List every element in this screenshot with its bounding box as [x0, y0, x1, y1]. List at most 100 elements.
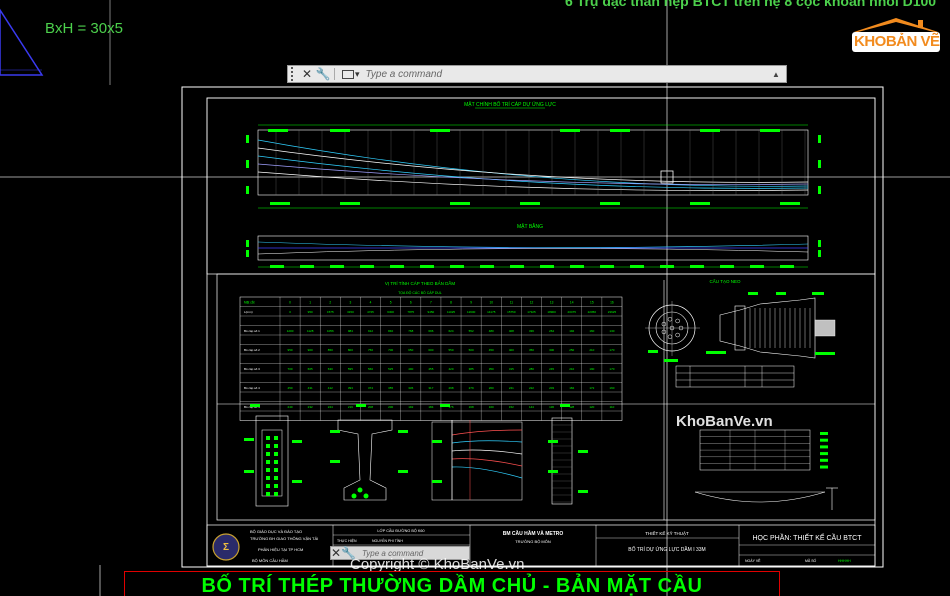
- table-cell: 550: [448, 348, 453, 352]
- rebar-mark: [266, 452, 270, 456]
- table-cell: 210: [589, 348, 594, 352]
- rebar-callout: [520, 202, 540, 205]
- table-cell: 984: [348, 329, 353, 333]
- table-cell: 260: [489, 386, 494, 390]
- table-cell: 184: [428, 405, 433, 409]
- beam-cross-sections: [244, 404, 588, 507]
- table-cell: 450: [288, 386, 293, 390]
- table-cell: 200: [388, 405, 393, 409]
- summary-tag: [820, 445, 828, 449]
- elevation-title: MẶT CHÍNH BỐ TRÍ CÁP DỰ ỨNG LỰC: [464, 101, 556, 108]
- lower-view-frame: [216, 273, 876, 521]
- plan-dimension-tag: [540, 265, 554, 268]
- table-cell: 315: [509, 367, 514, 371]
- rebar-mark: [274, 468, 278, 472]
- section-callout: [548, 470, 558, 473]
- rebar-callout: [560, 129, 580, 132]
- table-cell: L(mm): [244, 310, 253, 314]
- khobanve-logo: KHOBẢN VẼ: [850, 16, 942, 54]
- close-icon: ✕: [331, 546, 342, 560]
- table-cell: 336: [529, 329, 534, 333]
- section-callout: [330, 430, 340, 433]
- table-cell: 700: [388, 348, 393, 352]
- command-input[interactable]: [359, 66, 769, 82]
- table-header-cell: 15: [590, 301, 594, 305]
- tb-date-label: NGÀY VẼ: [745, 558, 761, 563]
- cad-drawing-canvas[interactable]: MẶT CHÍNH BỐ TRÍ CÁP DỰ ỨNG LỰC MẶT BẰNG…: [0, 0, 950, 596]
- table-cell: 279: [469, 386, 474, 390]
- table-cell: 160: [489, 405, 494, 409]
- end-block-tendon: [451, 429, 523, 436]
- table-cell: 160: [589, 329, 594, 333]
- rebar-mark: [274, 492, 278, 496]
- end-marker: [818, 135, 821, 143]
- table-cell: 412: [328, 386, 333, 390]
- section-callout: [330, 460, 340, 463]
- rebar-mark: [266, 444, 270, 448]
- rebar-callout: [780, 202, 800, 205]
- rebar-callout: [700, 129, 720, 132]
- section-callout: [548, 440, 558, 443]
- table-cell: 900: [308, 348, 313, 352]
- table-cell: 408: [509, 329, 514, 333]
- rebar-mark: [266, 484, 270, 488]
- tb-design-type: THIẾT KẾ KỸ THUẬT: [645, 530, 689, 536]
- table-header-cell: 16: [610, 301, 614, 305]
- command-history-arrow-icon[interactable]: ▲: [769, 67, 783, 81]
- table-cell: 700: [288, 367, 293, 371]
- plan-dimension-tag: [660, 265, 674, 268]
- table-header-cell: 0: [289, 301, 291, 305]
- table-header-cell: 11: [510, 301, 514, 305]
- plan-end-marker: [246, 240, 249, 247]
- table-header-cell: 5: [390, 301, 392, 305]
- table-frame: [239, 296, 623, 421]
- rebar-mark: [274, 484, 278, 488]
- table-cell: 525: [388, 367, 393, 371]
- table-cell: 1128: [307, 329, 314, 333]
- plan-dimension-tag: [420, 265, 434, 268]
- rebar-callout: [600, 202, 620, 205]
- table-cell: 450: [489, 348, 494, 352]
- cad-viewport[interactable]: MẶT CHÍNH BỐ TRÍ CÁP DỰ ỨNG LỰC MẶT BẰNG…: [0, 0, 950, 596]
- table-cell: 385: [469, 367, 474, 371]
- anchor-bearing-plate: [734, 305, 746, 351]
- table-cell: 12600: [467, 310, 476, 314]
- close-icon[interactable]: ✕: [299, 66, 315, 82]
- table-cell: 18900: [547, 310, 556, 314]
- end-marker: [246, 160, 249, 168]
- tendon-profile: [257, 139, 809, 187]
- plan-dimension-tag: [360, 265, 374, 268]
- sheet-outer-frame: [181, 86, 884, 568]
- plan-end-marker: [246, 250, 249, 257]
- table-cell: 190: [589, 367, 594, 371]
- plan-dimension-tag: [600, 265, 614, 268]
- plan-title: MẶT BẰNG: [517, 222, 543, 230]
- table-cell: 300: [549, 348, 554, 352]
- table-cell: 500: [469, 348, 474, 352]
- anchor-spec-table: [675, 365, 795, 388]
- rebar-mark: [266, 476, 270, 480]
- table-cell: 595: [348, 367, 353, 371]
- table-cell: 20475: [568, 310, 577, 314]
- command-prompt-button[interactable]: ▾: [342, 69, 360, 80]
- camber-curve: [694, 491, 826, 503]
- table-header-cell: 9: [470, 301, 472, 305]
- command-line-grip-handle[interactable]: [288, 66, 299, 82]
- drawing-main-title: BỐ TRÍ THÉP THƯỜNG DẦM CHỦ - BẢN MẶT CẦU: [124, 571, 780, 596]
- section-callout: [398, 470, 408, 473]
- table-cell: 490: [408, 367, 413, 371]
- table-cell: 241: [509, 386, 514, 390]
- table-cell: 15750: [507, 310, 516, 314]
- section-callout: [398, 430, 408, 433]
- table-cell: 317: [428, 386, 433, 390]
- table-cell: 17325: [527, 310, 536, 314]
- plan-dimension-tag: [570, 265, 584, 268]
- section-b-i-beam: [337, 419, 393, 501]
- table-cell: 350: [489, 367, 494, 371]
- table-cell: 172: [589, 386, 594, 390]
- command-line-window[interactable]: ✕ 🔧 ▾ ▲: [287, 65, 787, 83]
- anchor-ribs: [749, 308, 811, 348]
- wrench-icon[interactable]: 🔧: [315, 66, 331, 82]
- table-cell: 203: [549, 386, 554, 390]
- table-cell: 480: [489, 329, 494, 333]
